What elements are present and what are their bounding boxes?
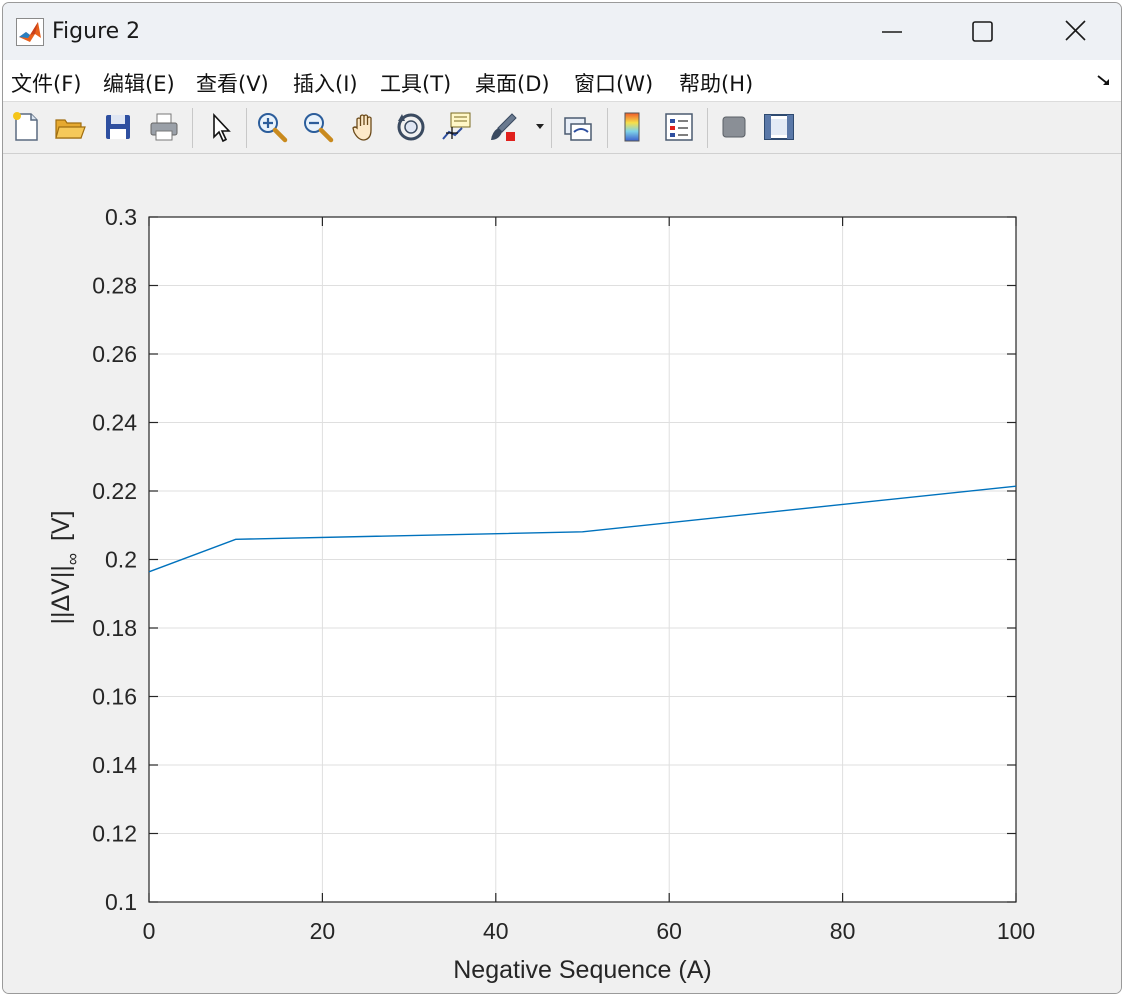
- y-tick-label: 0.2: [105, 547, 137, 573]
- new-figure-icon: [13, 112, 38, 141]
- x-tick-label: 20: [310, 918, 336, 944]
- x-axis-label: Negative Sequence (A): [453, 956, 711, 984]
- title-bar[interactable]: Figure 2: [3, 3, 1121, 60]
- x-tick-label: 100: [997, 918, 1035, 944]
- legend-button[interactable]: [662, 110, 696, 144]
- open-icon: [55, 119, 86, 139]
- pan-button[interactable]: [348, 110, 382, 144]
- rotate-3d-icon: [397, 113, 425, 141]
- minimize-icon: [882, 31, 902, 33]
- data-cursor-icon: [442, 112, 471, 140]
- zoom-out-icon: [304, 113, 334, 143]
- zoom-out-button[interactable]: [301, 110, 335, 144]
- menu-edit[interactable]: 编辑(E): [103, 68, 175, 98]
- menu-window[interactable]: 窗口(W): [574, 68, 653, 98]
- grid-lines: [149, 217, 1016, 902]
- print-button[interactable]: [147, 110, 181, 144]
- toolbar-separator: [707, 108, 708, 148]
- y-tick-label: 0.12: [92, 821, 137, 847]
- y-axis-label-subscript: ∞: [63, 553, 82, 565]
- figure-window: Figure 2 文件(F) 编辑(E) 查看(V) 插入(I) 工具(T) 桌…: [2, 2, 1122, 994]
- menu-view[interactable]: 查看(V): [196, 68, 269, 98]
- y-tick-label: 0.22: [92, 478, 137, 504]
- minimize-button[interactable]: [845, 3, 935, 60]
- x-tick-label: 80: [830, 918, 856, 944]
- y-tick-label: 0.1: [105, 889, 137, 915]
- show-plot-tools-button[interactable]: [762, 110, 796, 144]
- figure-toolbar: [3, 102, 1121, 154]
- maximize-button[interactable]: [936, 3, 1026, 60]
- close-icon: [1065, 20, 1086, 41]
- brush-button[interactable]: [487, 110, 521, 144]
- pan-icon: [352, 114, 372, 141]
- legend-icon: [665, 113, 693, 141]
- y-tick-label: 0.14: [92, 752, 137, 778]
- toolbar-separator: [607, 108, 608, 148]
- chevron-down-icon[interactable]: [535, 123, 545, 131]
- x-tick-label: 40: [483, 918, 509, 944]
- menu-tools[interactable]: 工具(T): [380, 68, 451, 98]
- save-icon: [106, 115, 130, 139]
- y-tick-label: 0.26: [92, 341, 137, 367]
- show-plot-tools-icon: [764, 114, 794, 140]
- y-tick-label: 0.16: [92, 684, 137, 710]
- link-plot-button[interactable]: [561, 110, 595, 144]
- data-cursor-button[interactable]: [440, 110, 474, 144]
- dock-arrow-icon[interactable]: [1095, 71, 1113, 89]
- print-icon: [150, 113, 178, 141]
- y-axis-label-unit: [V]: [47, 510, 75, 541]
- toolbar-separator: [246, 108, 247, 148]
- y-tick-label: 0.18: [92, 615, 137, 641]
- menu-desktop[interactable]: 桌面(D): [475, 68, 550, 98]
- open-button[interactable]: [53, 110, 87, 144]
- y-tick-label: 0.28: [92, 273, 137, 299]
- toolbar-separator: [192, 108, 193, 148]
- window-title: Figure 2: [52, 19, 141, 44]
- hide-plot-tools-icon: [722, 116, 746, 138]
- edit-plot-button[interactable]: [204, 110, 238, 144]
- colorbar-button[interactable]: [616, 110, 650, 144]
- menu-file[interactable]: 文件(F): [11, 68, 81, 98]
- y-axis-label: ||ΔV||∞ [V]: [47, 510, 82, 624]
- close-button[interactable]: [1030, 3, 1120, 60]
- menu-bar: 文件(F) 编辑(E) 查看(V) 插入(I) 工具(T) 桌面(D) 窗口(W…: [3, 60, 1121, 102]
- maximize-icon: [972, 21, 993, 42]
- line-chart[interactable]: 0 20 40 60 80 100 0.1 0.12 0.14 0.16 0.18 0.2 0.22 0.…: [3, 154, 1121, 993]
- brush-icon: [491, 113, 517, 141]
- y-axis-label-main: ||ΔV||: [47, 565, 75, 624]
- colorbar-icon: [624, 112, 640, 142]
- y-tick-label: 0.3: [105, 204, 137, 230]
- zoom-in-button[interactable]: [255, 110, 289, 144]
- menu-insert[interactable]: 插入(I): [293, 68, 358, 98]
- new-figure-button[interactable]: [9, 110, 43, 144]
- save-button[interactable]: [101, 110, 135, 144]
- link-plot-icon: [564, 117, 592, 141]
- rotate-3d-button[interactable]: [394, 110, 428, 144]
- matlab-logo-icon: [16, 18, 44, 46]
- toolbar-separator: [551, 108, 552, 148]
- y-tick-label: 0.24: [92, 410, 137, 436]
- menu-help[interactable]: 帮助(H): [679, 68, 753, 98]
- figure-canvas: 0 20 40 60 80 100 0.1 0.12 0.14 0.16 0.18 0.2 0.22 0.…: [3, 154, 1121, 993]
- x-tick-label: 60: [656, 918, 682, 944]
- x-tick-label: 0: [143, 918, 156, 944]
- zoom-in-icon: [258, 113, 288, 143]
- pointer-icon: [213, 112, 231, 143]
- hide-plot-tools-button[interactable]: [717, 110, 751, 144]
